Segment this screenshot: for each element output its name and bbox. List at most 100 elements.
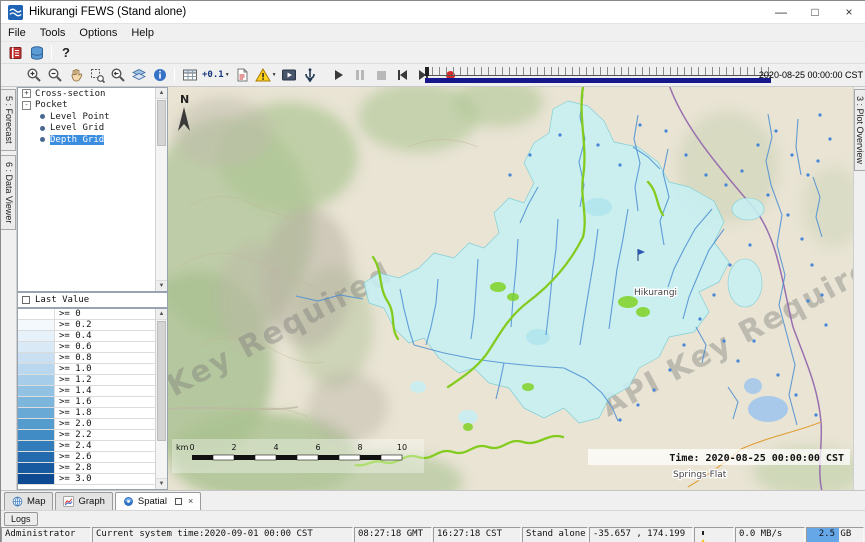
- scroll-down-icon[interactable]: ▼: [156, 280, 167, 291]
- info-icon: [152, 67, 168, 83]
- status-transfer-rate: 0.0 MB/s: [735, 527, 805, 542]
- menu-tools[interactable]: Tools: [33, 27, 73, 39]
- red-book-icon: [8, 45, 24, 61]
- animation-export-button[interactable]: [279, 65, 300, 85]
- map-canvas[interactable]: API Key Required API Key Required: [168, 87, 853, 490]
- tab-plot-overview[interactable]: 3 : Plot Overview: [854, 89, 865, 171]
- zoom-out-icon: [47, 67, 63, 83]
- tree-item-cross-section[interactable]: + Cross-section: [18, 88, 167, 100]
- tab-forecast[interactable]: 5 : Forecast: [1, 89, 16, 151]
- logs-button[interactable]: Logs: [4, 512, 38, 526]
- legend-swatch: [18, 331, 55, 341]
- logbook-button[interactable]: [5, 43, 26, 63]
- zoom-in-button[interactable]: [23, 65, 44, 85]
- last-value-checkbox[interactable]: [22, 296, 30, 304]
- thresholds-dropdown[interactable]: ▼: [253, 65, 279, 85]
- legend-row: >= 0: [18, 309, 156, 320]
- legend-row: >= 0.8: [18, 353, 156, 364]
- tree-item-depth-grid[interactable]: Depth Grid: [18, 134, 167, 146]
- legend-swatch: [18, 309, 55, 319]
- tab-data-viewer[interactable]: 6 : Data Viewer: [1, 155, 16, 230]
- scale-unit-label: km: [176, 443, 189, 452]
- scrollbar-thumb[interactable]: [157, 321, 166, 441]
- warning-triangle-icon: [255, 67, 271, 83]
- skip-start-icon: [398, 70, 407, 80]
- class-break-label: +0.1: [202, 70, 224, 80]
- anchor-download-icon: [302, 67, 318, 83]
- legend-swatch: [18, 430, 55, 440]
- menu-options[interactable]: Options: [72, 27, 124, 39]
- close-button[interactable]: ×: [832, 1, 865, 23]
- scroll-down-icon[interactable]: ▼: [156, 478, 167, 489]
- legend-swatch: [18, 320, 55, 330]
- tab-graph[interactable]: Graph: [55, 492, 112, 510]
- tree-item-label: Level Grid: [50, 123, 104, 133]
- scale-tick: 8: [357, 443, 362, 452]
- location-profile-button[interactable]: [300, 65, 321, 85]
- legend-row: >= 0.2: [18, 320, 156, 331]
- layer-dot-icon: [40, 137, 45, 142]
- minimize-button[interactable]: —: [764, 1, 798, 23]
- scrollbar-thumb[interactable]: [157, 100, 166, 146]
- zoom-previous-button[interactable]: [107, 65, 128, 85]
- profile-document-button[interactable]: [232, 65, 253, 85]
- map-toolbar: +0.1 ▼ ▼ 2020-08-25 00:00:00 CST: [1, 64, 865, 87]
- tree-item-level-grid[interactable]: Level Grid: [18, 123, 167, 135]
- map-time-overlay: Time: 2020-08-25 00:00:00 CST: [588, 449, 850, 465]
- zoom-region-button[interactable]: [86, 65, 107, 85]
- scroll-up-icon[interactable]: ▲: [156, 88, 167, 99]
- scroll-up-icon[interactable]: ▲: [156, 309, 167, 320]
- go-to-start-button[interactable]: [392, 65, 413, 85]
- legend-row: >= 1.8: [18, 408, 156, 419]
- pan-button[interactable]: [65, 65, 86, 85]
- status-mode: Stand alone: [522, 527, 588, 542]
- tab-restore-icon[interactable]: [175, 498, 182, 505]
- layers-button[interactable]: [128, 65, 149, 85]
- menu-help[interactable]: Help: [124, 27, 161, 39]
- menu-file[interactable]: File: [1, 27, 33, 39]
- expand-icon[interactable]: +: [22, 89, 31, 98]
- tab-map[interactable]: Map: [4, 492, 53, 510]
- help-button[interactable]: ?: [56, 45, 76, 60]
- pause-button[interactable]: [350, 65, 371, 85]
- class-break-dropdown[interactable]: +0.1 ▼: [200, 65, 232, 85]
- info-button[interactable]: [149, 65, 170, 85]
- zoom-out-button[interactable]: [44, 65, 65, 85]
- legend-swatch: [18, 397, 55, 407]
- collapse-icon[interactable]: -: [22, 101, 31, 110]
- legend-row: >= 2.4: [18, 441, 156, 452]
- stop-button[interactable]: [371, 65, 392, 85]
- document-icon: [234, 67, 250, 83]
- scale-tick: 10: [397, 443, 407, 452]
- chart-icon: [63, 496, 74, 507]
- timeline-thumb[interactable]: [425, 67, 429, 76]
- tab-spatial[interactable]: Spatial ×: [115, 492, 201, 510]
- timeline-range-bar: [425, 78, 771, 83]
- tab-close-icon[interactable]: ×: [188, 497, 193, 506]
- legend-label: >= 1.2: [55, 375, 92, 385]
- status-coordinates: -35.657 , 174.199: [589, 527, 693, 542]
- stop-icon: [377, 71, 386, 80]
- legend-label: >= 2.2: [55, 430, 92, 440]
- status-warning: [694, 527, 734, 542]
- pause-icon: [356, 70, 364, 80]
- tree-item-level-point[interactable]: Level Point: [18, 111, 167, 123]
- grid-display-button[interactable]: [179, 65, 200, 85]
- legend-swatch: [18, 386, 55, 396]
- place-label-springs-flat: Springs Flat: [673, 470, 727, 480]
- legend-label: >= 2.0: [55, 419, 92, 429]
- legend-swatch: [18, 375, 55, 385]
- timeline-slider[interactable]: [425, 67, 771, 84]
- tree-scrollbar[interactable]: ▲ ▼: [155, 88, 167, 291]
- legend-row: >= 2.6: [18, 452, 156, 463]
- play-button[interactable]: [329, 65, 350, 85]
- maximize-button[interactable]: □: [798, 1, 832, 23]
- layer-dot-icon: [40, 126, 45, 131]
- legend-scrollbar[interactable]: ▲ ▼: [155, 309, 167, 489]
- legend-panel: >= 0 >= 0.2 >= 0.4 >= 0.6 >= 0.8 >= 1.0 …: [17, 308, 168, 490]
- database-button[interactable]: [26, 43, 47, 63]
- current-datetime: 2020-08-25 00:00:00 CST: [759, 70, 863, 80]
- legend-swatch: [18, 353, 55, 363]
- last-value-header: Last Value: [17, 292, 168, 308]
- tree-item-pocket[interactable]: - Pocket: [18, 100, 167, 112]
